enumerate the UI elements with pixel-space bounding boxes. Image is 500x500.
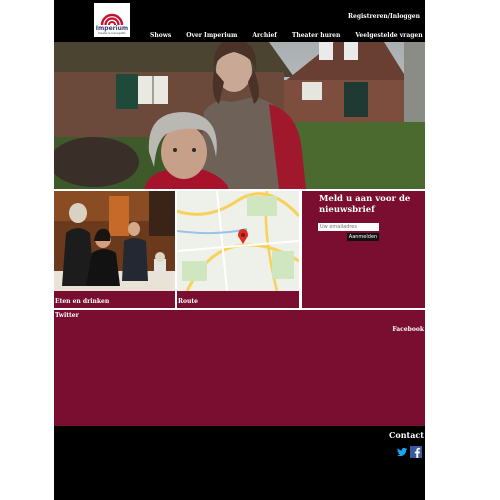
hero-image [54, 42, 425, 189]
newsletter-panel: Meld u aan voor de nieuwsbrief Aanmelden [302, 191, 425, 308]
header: Imperium theater & scenografie Registrer… [54, 0, 425, 42]
tile-eten-en-drinken[interactable]: Eten en drinken [54, 191, 175, 308]
login-link[interactable]: Registreren/Inloggen [348, 13, 420, 20]
newsletter-submit-button[interactable]: Aanmelden [347, 233, 379, 241]
logo-tagline: theater & scenografie [98, 32, 126, 35]
contact-heading: Contact [389, 430, 424, 440]
newsletter-title: Meld u aan voor de nieuwsbrief [319, 194, 411, 215]
nav-theater-huren[interactable]: Theater huren [292, 32, 340, 39]
tile-caption-food: Eten en drinken [55, 298, 110, 305]
route-map [177, 191, 299, 292]
twitter-icon[interactable] [396, 446, 408, 458]
page: Imperium theater & scenografie Registrer… [54, 0, 425, 500]
tiles-row: Eten en drinken Route Meld u aan voor de… [54, 189, 425, 308]
dining-photo [54, 191, 175, 291]
social-band: Twitter Facebook [54, 308, 425, 428]
facebook-icon[interactable] [410, 446, 422, 458]
tile-route[interactable]: Route [177, 191, 299, 308]
nav-veelgestelde-vragen[interactable]: Veelgestelde vragen [355, 32, 422, 39]
logo-word: Imperium [95, 25, 129, 32]
footer: Contact [54, 426, 425, 500]
main-nav: Shows Over Imperium Archief Theater hure… [150, 32, 438, 39]
social-icons [396, 446, 422, 458]
newsletter-email-input[interactable] [318, 223, 379, 231]
tile-caption-route: Route [178, 298, 198, 305]
nav-archief[interactable]: Archief [252, 32, 277, 39]
twitter-heading: Twitter [55, 312, 79, 319]
facebook-heading: Facebook [392, 326, 424, 333]
logo[interactable]: Imperium theater & scenografie [94, 3, 130, 37]
nav-over-imperium[interactable]: Over Imperium [186, 32, 237, 39]
nav-shows[interactable]: Shows [150, 32, 171, 39]
